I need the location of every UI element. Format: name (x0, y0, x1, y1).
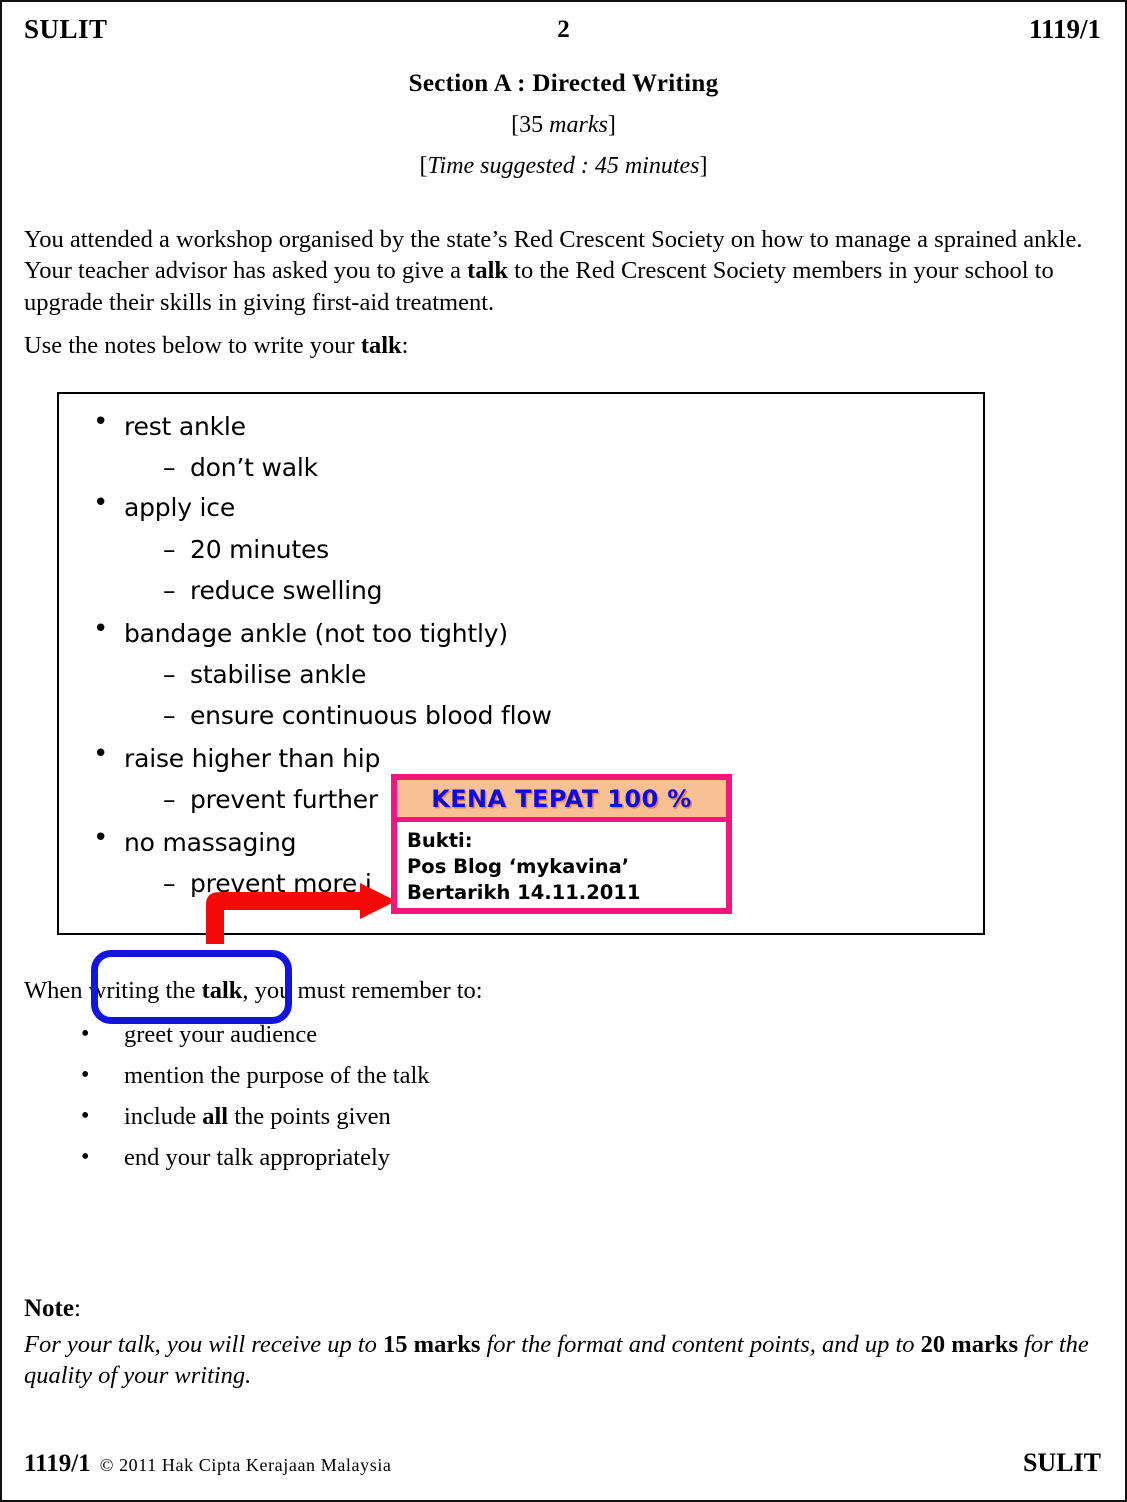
note-item-label: raise higher than hip (59, 741, 983, 773)
list-item: include all the points given (24, 1096, 724, 1137)
exam-page: SULIT 2 1119/1 Section A : Directed Writ… (0, 0, 1127, 1502)
note-item-label: apply ice (59, 490, 983, 522)
remember-item-2-bold: all (202, 1103, 229, 1130)
marks-suffix: ] (607, 112, 616, 138)
list-item: mention the purpose of the talk (24, 1055, 724, 1096)
remember-list: greet your audience mention the purpose … (24, 1014, 724, 1178)
remember-item-1-pre: mention the purpose of the talk (124, 1062, 430, 1089)
note-text-part2: for the format and content points, and u… (480, 1331, 921, 1358)
marks-prefix: [35 (511, 112, 550, 138)
intro-paragraph: You attended a workshop organised by the… (24, 224, 1084, 318)
red-arrow-icon (206, 883, 396, 944)
time-close-bracket: ] (699, 153, 708, 179)
note-label-text: Note (24, 1295, 74, 1322)
note-bullet-item: rest ankle (59, 409, 983, 441)
use-notes-instruction: Use the notes below to write your talk: (24, 330, 1084, 361)
note-item-label: rest ankle (59, 409, 983, 441)
callout-line-0: Bukti: (407, 829, 473, 852)
note-text: For your talk, you will receive up to 15… (24, 1329, 1092, 1392)
page-header: SULIT 2 1119/1 (2, 14, 1125, 54)
callout-body: Bukti: Pos Blog ‘mykavina’ Bertarikh 14.… (397, 822, 726, 906)
note-bullet-item: raise higher than hip (59, 741, 983, 773)
note-text-part1: For your talk, you will receive up to (24, 1331, 384, 1358)
note-marks-15: 15 marks (383, 1331, 481, 1358)
note-item-label: 20 minutes (59, 535, 983, 564)
footer-paper-code: 1119/1 (24, 1450, 91, 1477)
intro-bold-talk: talk (467, 257, 509, 285)
use-notes-part1: Use the notes below to write your (24, 332, 361, 359)
footer-left: 1119/1 © 2011 Hak Cipta Kerajaan Malaysi… (24, 1450, 392, 1478)
footer-classification-right: SULIT (1022, 1448, 1101, 1477)
note-item-label: stabilise ankle (59, 660, 983, 689)
blue-highlight-rectangle (91, 950, 292, 1024)
note-label: Note: (24, 1295, 81, 1323)
use-notes-part2: : (401, 332, 409, 359)
callout-title: KENA TEPAT 100 % (431, 784, 692, 813)
callout-line-2: Bertarikh 14.11.2011 (407, 880, 641, 904)
note-item-label: reduce swelling (59, 576, 983, 605)
time-open-bracket: [ (419, 153, 428, 179)
remember-item-3-pre: end your talk appropriately (124, 1144, 391, 1171)
marks-word: marks (549, 112, 608, 138)
time-suggested-line: [Time suggested : 45 minutes] (2, 153, 1125, 180)
header-paper-code: 1119/1 (1028, 14, 1101, 44)
note-marks-20: 20 marks (920, 1331, 1018, 1358)
section-title: Section A : Directed Writing (408, 70, 719, 97)
note-sub-item: 20 minutes (59, 535, 983, 564)
list-item: end your talk appropriately (24, 1137, 724, 1178)
note-bullet-item: bandage ankle (not too tightly) (59, 616, 983, 648)
time-label: Time suggested (427, 153, 575, 179)
callout-header: KENA TEPAT 100 % (397, 780, 726, 822)
note-label-colon: : (73, 1295, 81, 1322)
marks-line: [35 marks] (2, 112, 1125, 139)
footer-copyright: © 2011 Hak Cipta Kerajaan Malaysia (99, 1455, 392, 1475)
note-item-label: ensure continuous blood flow (59, 701, 983, 730)
remember-item-2-post: the points given (228, 1103, 391, 1130)
time-separator: : 45 (574, 153, 625, 179)
time-unit: minutes (624, 153, 700, 179)
note-sub-item: ensure continuous blood flow (59, 701, 983, 730)
annotation-callout-box: KENA TEPAT 100 % Bukti: Pos Blog ‘mykavi… (391, 774, 732, 914)
note-sub-item: reduce swelling (59, 576, 983, 605)
note-item-label: bandage ankle (not too tightly) (59, 616, 983, 648)
remember-item-0-pre: greet your audience (124, 1021, 318, 1048)
remember-item-2-pre: include (124, 1103, 203, 1130)
note-bullet-item: apply ice (59, 490, 983, 522)
callout-line-1: Pos Blog ‘mykavina’ (407, 854, 630, 878)
page-number: 2 (557, 16, 570, 43)
use-notes-bold-talk: talk (360, 332, 402, 359)
note-sub-item: don’t walk (59, 453, 983, 482)
note-sub-item: stabilise ankle (59, 660, 983, 689)
note-item-label: don’t walk (59, 453, 983, 482)
